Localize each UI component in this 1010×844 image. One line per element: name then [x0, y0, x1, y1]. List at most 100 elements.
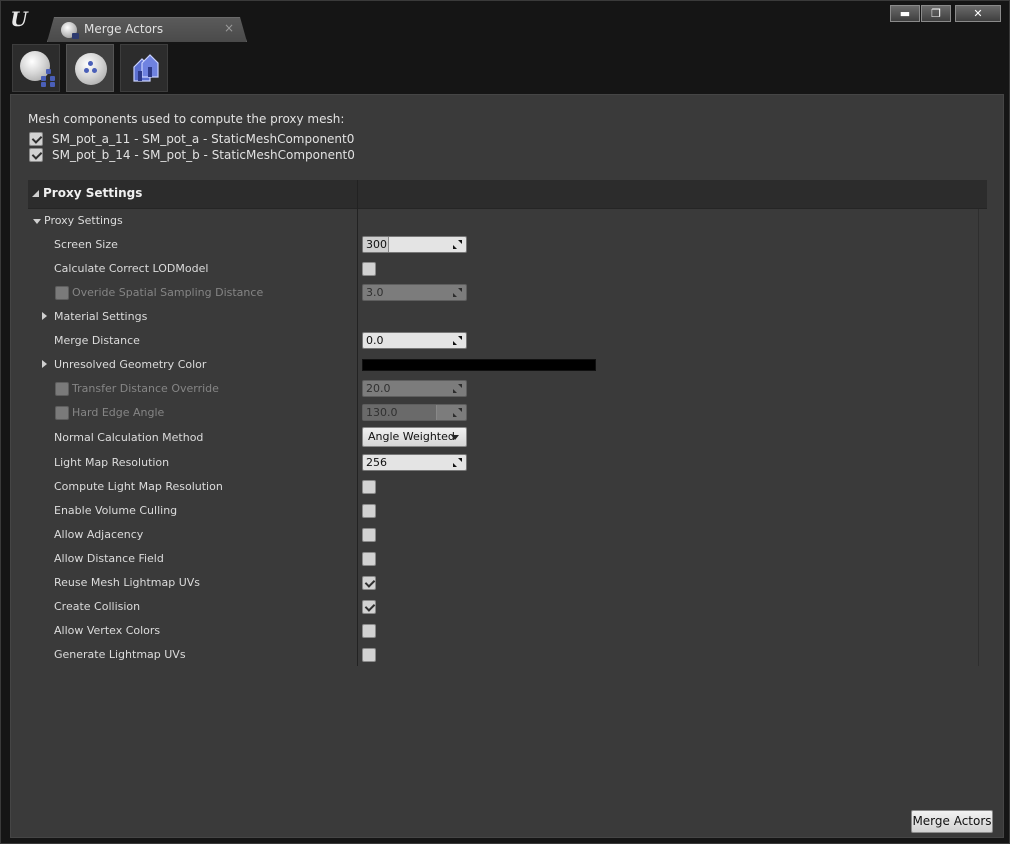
property-label: Compute Light Map Resolution	[54, 480, 223, 493]
spin-arrows-icon	[453, 240, 462, 249]
property-label: Light Map Resolution	[54, 456, 170, 469]
allow-distance-field-checkbox[interactable]	[362, 552, 376, 566]
unreal-logo-icon: U	[10, 7, 28, 31]
screen-size-input[interactable]: 300	[362, 236, 467, 253]
value-text: 300	[366, 238, 387, 251]
spatial-sampling-input: 3.0	[362, 284, 467, 301]
tab-close-icon[interactable]: ×	[224, 21, 234, 35]
row-create-collision: Create Collision	[28, 595, 987, 619]
property-value	[362, 528, 376, 542]
property-value: 0.0	[362, 332, 467, 349]
row-allow-distance-field: Allow Distance Field	[28, 547, 987, 571]
collapse-arrow-icon	[33, 219, 41, 224]
row-transfer-distance: Transfer Distance Override 20.0	[28, 377, 987, 401]
value-text: 3.0	[366, 286, 384, 299]
normal-method-dropdown[interactable]: Angle Weighted	[362, 427, 467, 447]
row-normal-method: Normal Calculation Method Angle Weighted	[28, 426, 987, 450]
row-lightmap-resolution: Light Map Resolution 256	[28, 451, 987, 475]
override-toggle-checkbox[interactable]	[55, 406, 69, 420]
row-spatial-sampling: Overide Spatial Sampling Distance 3.0	[28, 281, 987, 305]
mesh-component-checkbox[interactable]	[29, 148, 43, 162]
expand-arrow-icon[interactable]	[42, 360, 47, 368]
property-value: 3.0	[362, 284, 467, 301]
merge-actors-button[interactable]: Merge Actors	[911, 810, 993, 833]
row-allow-adjacency: Allow Adjacency	[28, 523, 987, 547]
property-label: Enable Volume Culling	[54, 504, 178, 517]
compute-lightmap-resolution-checkbox[interactable]	[362, 480, 376, 494]
property-value: 20.0	[362, 380, 467, 397]
property-value	[362, 262, 376, 276]
vertex-colors-checkbox[interactable]	[362, 624, 376, 638]
property-value	[362, 504, 376, 518]
property-label: Allow Adjacency	[54, 528, 144, 541]
hierarchy-icon	[41, 69, 55, 87]
merge-distance-input[interactable]: 0.0	[362, 332, 467, 349]
merge-mode-button[interactable]	[12, 44, 60, 92]
merge-actors-window: U Merge Actors × ▬ ❐ ✕ Mesh components u…	[0, 0, 1010, 844]
reuse-lightmap-uvs-checkbox[interactable]	[362, 576, 376, 590]
mesh-component-label: SM_pot_a_11 - SM_pot_a - StaticMeshCompo…	[52, 132, 355, 146]
row-hard-edge-angle: Hard Edge Angle 130.0	[28, 401, 987, 425]
row-reuse-lightmap-uvs: Reuse Mesh Lightmap UVs	[28, 571, 987, 595]
property-label: Unresolved Geometry Color	[54, 358, 207, 371]
property-value	[362, 624, 376, 638]
property-value	[362, 648, 376, 662]
instance-mode-icon	[133, 54, 159, 82]
property-value	[362, 600, 376, 614]
row-calculate-lod: Calculate Correct LODModel	[28, 257, 987, 281]
value-text: 20.0	[366, 382, 391, 395]
minimize-button[interactable]: ▬	[890, 5, 920, 22]
property-value	[362, 480, 376, 494]
color-swatch[interactable]	[362, 359, 596, 371]
property-label: Reuse Mesh Lightmap UVs	[54, 576, 201, 589]
calculate-lod-checkbox[interactable]	[362, 262, 376, 276]
proxy-dots-icon	[84, 61, 98, 75]
tab-merge-actors[interactable]: Merge Actors ×	[47, 17, 247, 42]
chevron-down-icon	[451, 435, 459, 440]
lightmap-resolution-input[interactable]: 256	[362, 454, 467, 471]
volume-culling-checkbox[interactable]	[362, 504, 376, 518]
maximize-button[interactable]: ❐	[921, 5, 951, 22]
instance-mode-button[interactable]	[120, 44, 168, 92]
close-button[interactable]: ✕	[955, 5, 1001, 22]
generate-lightmap-uvs-checkbox[interactable]	[362, 648, 376, 662]
spin-arrows-icon	[453, 458, 462, 467]
value-text: 0.0	[366, 334, 384, 347]
mesh-component-item[interactable]: SM_pot_b_14 - SM_pot_b - StaticMeshCompo…	[29, 147, 355, 163]
override-toggle-checkbox[interactable]	[55, 286, 69, 300]
property-value	[362, 359, 596, 371]
mesh-component-label: SM_pot_b_14 - SM_pot_b - StaticMeshCompo…	[52, 148, 355, 162]
row-vertex-colors: Allow Vertex Colors	[28, 619, 987, 643]
dropdown-value: Angle Weighted	[368, 430, 455, 443]
property-value	[362, 552, 376, 566]
group-row-proxy-settings[interactable]: Proxy Settings	[28, 209, 987, 233]
property-label: Create Collision	[54, 600, 141, 613]
category-header-proxy-settings[interactable]: Proxy Settings	[28, 180, 987, 209]
row-volume-culling: Enable Volume Culling	[28, 499, 987, 523]
property-label: Transfer Distance Override	[72, 382, 219, 395]
property-label: Screen Size	[54, 238, 118, 251]
property-value: 256	[362, 454, 467, 471]
mesh-component-checkbox[interactable]	[29, 132, 43, 146]
row-merge-distance: Merge Distance 0.0	[28, 329, 987, 353]
window-controls: ▬ ❐ ✕	[889, 5, 1001, 22]
spin-arrows-icon	[453, 288, 462, 297]
property-label: Calculate Correct LODModel	[54, 262, 209, 275]
proxy-settings-details: Proxy Settings Proxy Settings Screen Siz…	[28, 180, 987, 666]
create-collision-checkbox[interactable]	[362, 600, 376, 614]
row-material-settings[interactable]: Material Settings	[28, 305, 987, 329]
value-text: 130.0	[366, 406, 398, 419]
property-value: 130.0	[362, 404, 467, 421]
row-screen-size: Screen Size 300	[28, 233, 987, 257]
proxy-mode-button[interactable]	[66, 44, 114, 92]
mesh-component-item[interactable]: SM_pot_a_11 - SM_pot_a - StaticMeshCompo…	[29, 131, 354, 147]
transfer-distance-input: 20.0	[362, 380, 467, 397]
value-text: 256	[366, 456, 387, 469]
merge-actors-tab-icon	[61, 22, 79, 39]
override-toggle-checkbox[interactable]	[55, 382, 69, 396]
expand-arrow-icon[interactable]	[42, 312, 47, 320]
spin-arrows-icon	[453, 336, 462, 345]
property-label: Generate Lightmap UVs	[54, 648, 186, 661]
merge-mode-toolbar	[10, 42, 1004, 94]
allow-adjacency-checkbox[interactable]	[362, 528, 376, 542]
